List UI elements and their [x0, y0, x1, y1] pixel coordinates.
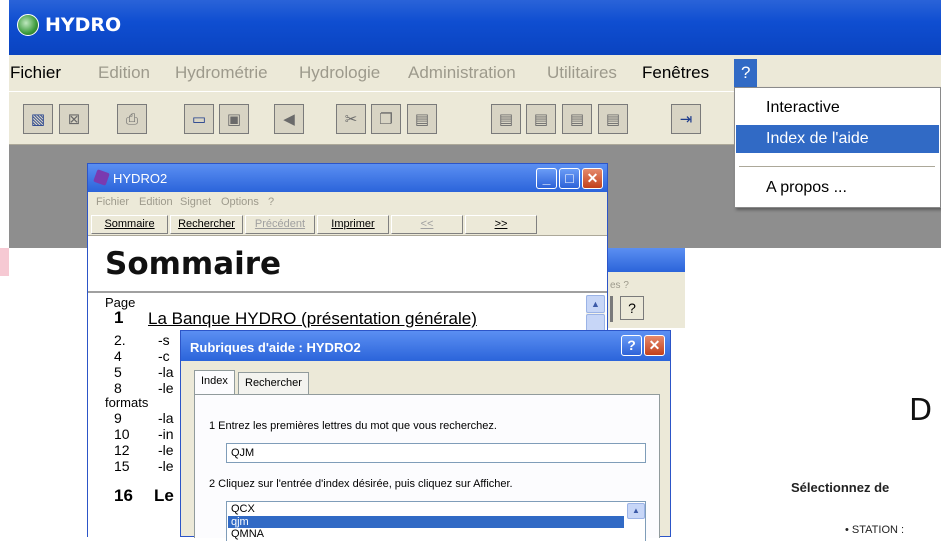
index-tab-panel: 1 Entrez les premières lettres du mot qu…	[194, 394, 660, 541]
hydro2-title: HYDRO2	[113, 171, 168, 186]
menu-separator	[739, 166, 935, 167]
list-item-selected[interactable]: qjm	[228, 516, 624, 528]
report-icon[interactable]: ▤	[491, 104, 521, 134]
toc-row-num: 8	[114, 380, 122, 396]
hydro2-menu-help[interactable]: ?	[268, 196, 274, 208]
list-item[interactable]: QCX	[228, 503, 624, 515]
precedent-button[interactable]: Précédent	[245, 215, 315, 234]
toc-row-num: 10	[114, 426, 130, 442]
rechercher-button[interactable]: Rechercher	[170, 215, 243, 234]
menu-help[interactable]: ?	[734, 59, 758, 87]
toc-row-link[interactable]: La Banque HYDRO (présentation générale)	[148, 309, 477, 329]
toc-row-num: 2.	[114, 332, 126, 348]
hydro-title-bar[interactable]: HYDRO	[9, 0, 941, 55]
hydro-app-icon	[17, 14, 39, 36]
step-1-label: 1 Entrez les premières lettres du mot qu…	[209, 420, 497, 432]
page-heading-fragment: D	[909, 393, 933, 428]
background-strip	[0, 248, 9, 276]
toc-row-link[interactable]: -la	[158, 364, 174, 380]
menu-hydrometrie[interactable]: Hydrométrie	[175, 63, 268, 83]
help-topics-title-bar[interactable]: Rubriques d'aide : HYDRO2 ? ✕	[181, 331, 670, 361]
hydro2-title-bar[interactable]: HYDRO2 _ □ ✕	[88, 164, 607, 192]
browse-forward-button[interactable]: >>	[465, 215, 537, 234]
help-topics-title: Rubriques d'aide : HYDRO2	[190, 340, 361, 355]
toc-row-num: 5	[114, 364, 122, 380]
help-item-interactive[interactable]: Interactive	[736, 94, 939, 122]
minimize-button[interactable]: _	[536, 168, 557, 189]
toc-row-link[interactable]: -s	[158, 332, 170, 348]
help-topics-dialog: Rubriques d'aide : HYDRO2 ? ✕ Index Rech…	[180, 330, 671, 541]
help-item-index[interactable]: Index de l'aide	[736, 125, 939, 153]
index-search-input[interactable]: QJM	[226, 443, 646, 463]
toc-row-link[interactable]: -le	[158, 458, 174, 474]
toc-row-num: 12	[114, 442, 130, 458]
help-book-icon	[93, 169, 110, 186]
menu-fenetres[interactable]: Fenêtres	[642, 63, 709, 83]
hydro2-button-bar: Sommaire Rechercher Précédent Imprimer <…	[88, 212, 607, 236]
select-prompt-fragment: Sélectionnez de	[791, 480, 890, 495]
list-item[interactable]: QMNA	[228, 528, 624, 540]
help-question-icon[interactable]: ?	[620, 296, 644, 320]
hydro2-menu-options[interactable]: Options	[221, 196, 259, 208]
menu-edition[interactable]: Edition	[98, 63, 150, 83]
toolbar-divider	[610, 296, 613, 322]
scroll-up-arrow-icon[interactable]: ▲	[627, 503, 645, 519]
index-entry-list[interactable]: QCX qjm QMNA ▲	[226, 501, 646, 541]
report-icon[interactable]: ▤	[526, 104, 556, 134]
toc-row-link[interactable]: -in	[158, 426, 174, 442]
report-icon[interactable]: ▤	[562, 104, 592, 134]
toc-row-num: 16	[114, 486, 133, 505]
help-item-about[interactable]: A propos ...	[736, 174, 939, 202]
exit-door-icon[interactable]: ⇥	[671, 104, 701, 134]
open-folder-icon[interactable]: ▭	[184, 104, 214, 134]
close-map-icon[interactable]: ⊠	[59, 104, 89, 134]
help-dropdown-menu: Interactive Index de l'aide A propos ...	[734, 87, 941, 208]
toc-row-num: 4	[114, 348, 122, 364]
back-icon[interactable]: ◀	[274, 104, 304, 134]
imprimer-button[interactable]: Imprimer	[317, 215, 389, 234]
toc-row-link[interactable]: -c	[158, 348, 170, 364]
hydro2-menubar: Fichier Edition Signet Options ?	[88, 192, 607, 212]
browse-back-button[interactable]: <<	[391, 215, 463, 234]
context-help-button[interactable]: ?	[621, 335, 642, 356]
hydro-menubar: Fichier Edition Hydrométrie Hydrologie A…	[9, 55, 941, 91]
tab-rechercher[interactable]: Rechercher	[238, 372, 309, 394]
toc-row-link[interactable]: Le	[154, 486, 174, 506]
hydro2-menu-signet[interactable]: Signet	[180, 196, 211, 208]
toc-section-label: formats	[105, 395, 149, 410]
toc-row-link[interactable]: -la	[158, 410, 174, 426]
print-icon[interactable]: ⎙	[117, 104, 147, 134]
menu-fichier[interactable]: Fichier	[10, 63, 61, 83]
cut-icon[interactable]: ✂	[336, 104, 366, 134]
toc-row-link[interactable]: -le	[158, 442, 174, 458]
step-2-label: 2 Cliquez sur l'entrée d'index désirée, …	[209, 478, 513, 490]
close-button[interactable]: ✕	[644, 335, 665, 356]
hydro-title: HYDRO	[45, 14, 122, 36]
hydro2-menu-fichier[interactable]: Fichier	[96, 196, 129, 208]
maximize-button[interactable]: □	[559, 168, 580, 189]
sommaire-button[interactable]: Sommaire	[91, 215, 168, 234]
menu-administration[interactable]: Administration	[408, 63, 516, 83]
station-item-fragment: • STATION :	[845, 524, 905, 536]
close-button[interactable]: ✕	[582, 168, 603, 189]
hydro2-menu-edition[interactable]: Edition	[139, 196, 173, 208]
menu-utilitaires[interactable]: Utilitaires	[547, 63, 617, 83]
menu-hydrologie[interactable]: Hydrologie	[299, 63, 380, 83]
scroll-up-arrow-icon[interactable]: ▲	[586, 295, 605, 313]
paste-icon[interactable]: ▤	[407, 104, 437, 134]
toc-row-link[interactable]: -le	[158, 380, 174, 396]
save-icon[interactable]: ▣	[219, 104, 249, 134]
map-icon[interactable]: ▧	[23, 104, 53, 134]
report-icon[interactable]: ▤	[598, 104, 628, 134]
toc-row-num: 15	[114, 458, 130, 474]
tab-index[interactable]: Index	[194, 370, 235, 394]
copy-icon[interactable]: ❐	[371, 104, 401, 134]
toc-row-num: 9	[114, 410, 122, 426]
toc-row-num: 1	[114, 308, 124, 327]
sommaire-heading: Sommaire	[88, 236, 607, 293]
background-window-menu[interactable]: es ?	[610, 280, 629, 291]
